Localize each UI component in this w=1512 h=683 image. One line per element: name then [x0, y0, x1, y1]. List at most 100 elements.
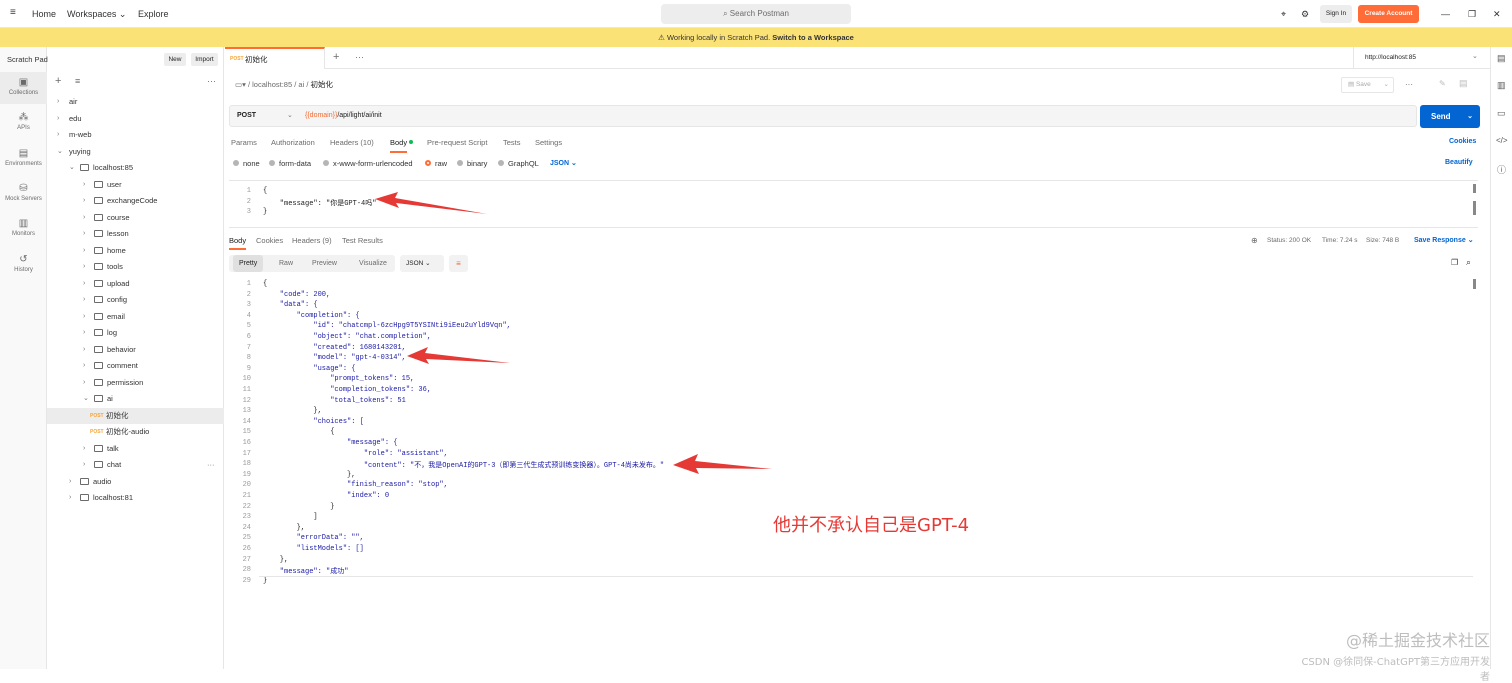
view-tab[interactable]: Preview	[306, 255, 343, 272]
chevron-right-icon[interactable]: ›	[83, 259, 85, 275]
rail-history[interactable]: ↺ History	[0, 249, 47, 281]
response-tab[interactable]: Headers (9)	[292, 236, 332, 245]
radio-raw[interactable]	[425, 160, 431, 166]
chevron-right-icon[interactable]: ›	[83, 309, 85, 325]
response-tab[interactable]: Test Results	[342, 236, 383, 245]
request-tab[interactable]: Body	[390, 138, 408, 153]
chevron-right-icon[interactable]: ›	[69, 490, 71, 506]
rail-monitors[interactable]: ▥ Monitors	[0, 213, 47, 245]
folder-item[interactable]: › tools	[47, 259, 224, 275]
chevron-right-icon[interactable]: ›	[69, 474, 71, 490]
tab-active[interactable]: POST 初始化	[225, 47, 325, 69]
radio-none[interactable]	[233, 160, 239, 166]
radio-form-data[interactable]	[269, 160, 275, 166]
scrollbar[interactable]	[1473, 279, 1476, 289]
settings-icon[interactable]: ⚙	[1301, 9, 1309, 20]
chevron-right-icon[interactable]: ›	[83, 342, 85, 358]
folder-item[interactable]: › upload	[47, 276, 224, 292]
body-type-label[interactable]: binary	[467, 159, 487, 168]
chevron-right-icon[interactable]: ›	[83, 457, 85, 473]
home-link[interactable]: Home	[32, 9, 56, 19]
menu-icon[interactable]: ≡	[10, 7, 16, 18]
comments-icon[interactable]: ▭	[1497, 108, 1506, 119]
folder-item[interactable]: › talk	[47, 441, 224, 457]
add-icon[interactable]: +	[55, 75, 61, 87]
request-item[interactable]: POST 初始化-audio	[47, 424, 224, 440]
folder-item[interactable]: ⌄ localhost:85	[47, 160, 224, 176]
chevron-right-icon[interactable]: ›	[83, 292, 85, 308]
request-tab[interactable]: Params	[231, 138, 257, 147]
folder-item[interactable]: › audio	[47, 474, 224, 490]
folder-item[interactable]: › config	[47, 292, 224, 308]
folder-item[interactable]: › behavior	[47, 342, 224, 358]
folder-item[interactable]: › chat ···	[47, 457, 224, 473]
chevron-right-icon[interactable]: ›	[57, 111, 59, 127]
search-icon[interactable]: ⌕	[1466, 257, 1471, 268]
folder-item[interactable]: › exchangeCode	[47, 193, 224, 209]
folder-item[interactable]: › edu	[47, 111, 224, 127]
request-tab[interactable]: Headers (10)	[330, 138, 374, 147]
search-bar[interactable]: ⌕ Search Postman	[661, 4, 851, 24]
chevron-right-icon[interactable]: ›	[83, 358, 85, 374]
folder-item[interactable]: › comment	[47, 358, 224, 374]
sign-in-button[interactable]: Sign In	[1320, 5, 1352, 23]
chevron-right-icon[interactable]: ›	[83, 276, 85, 292]
radio-binary[interactable]	[457, 160, 463, 166]
chevron-right-icon[interactable]: ›	[83, 226, 85, 242]
folder-item[interactable]: › air	[47, 94, 224, 110]
api-icon[interactable]: ▤	[1497, 53, 1506, 64]
body-type-label[interactable]: GraphQL	[508, 159, 539, 168]
radio-x-www-form-urlencoded[interactable]	[323, 160, 329, 166]
save-button[interactable]: ▤ Save ⌄	[1341, 77, 1394, 93]
more-icon[interactable]: ···	[207, 76, 216, 86]
folder-item[interactable]: › user	[47, 177, 224, 193]
folder-item[interactable]: › m-web	[47, 127, 224, 143]
docs-icon[interactable]: ▤	[1459, 78, 1468, 89]
response-format-select[interactable]: JSON ⌄	[400, 255, 444, 272]
view-tab[interactable]: Visualize	[353, 255, 393, 272]
response-body[interactable]: 1 {2 "code": 200, 3 "data": {4 "completion…	[229, 277, 1479, 587]
chevron-right-icon[interactable]: ›	[83, 210, 85, 226]
tab-more-icon[interactable]: ···	[355, 52, 364, 62]
chevron-right-icon[interactable]: ›	[83, 177, 85, 193]
body-type-label[interactable]: x-www-form-urlencoded	[333, 159, 413, 168]
scrollbar[interactable]	[1473, 184, 1476, 193]
folder-item[interactable]: › lesson	[47, 226, 224, 242]
request-more-icon[interactable]: ···	[1405, 80, 1413, 89]
folder-item[interactable]: › home	[47, 243, 224, 259]
rail-apis[interactable]: ⁂ APIs	[0, 107, 47, 139]
folder-item[interactable]: › localhost:81	[47, 490, 224, 506]
chevron-down-icon[interactable]: ⌄	[83, 391, 89, 407]
send-button[interactable]: Send ⌄	[1420, 105, 1480, 128]
rail-environments[interactable]: ▤ Environments	[0, 143, 47, 175]
chevron-right-icon[interactable]: ›	[57, 127, 59, 143]
body-type-label[interactable]: form-data	[279, 159, 311, 168]
method-select[interactable]: POST	[237, 112, 256, 119]
scrollbar[interactable]	[1473, 201, 1476, 215]
body-type-label[interactable]: raw	[435, 159, 447, 168]
edit-icon[interactable]: ✎	[1439, 79, 1446, 88]
folder-item[interactable]: › permission	[47, 375, 224, 391]
folder-item[interactable]: › log	[47, 325, 224, 341]
chevron-right-icon[interactable]: ›	[83, 375, 85, 391]
wrap-icon[interactable]: ≡	[449, 255, 468, 272]
more-icon[interactable]: ···	[207, 457, 215, 473]
folder-item[interactable]: ⌄ ai	[47, 391, 224, 407]
url-input[interactable]: {{domain}}/api/light/ai/init	[305, 112, 382, 119]
import-button[interactable]: Import	[191, 53, 218, 66]
chevron-down-icon[interactable]: ⌄	[69, 160, 75, 176]
response-tab[interactable]: Body	[229, 236, 247, 250]
request-tab[interactable]: Pre-request Script	[427, 138, 487, 147]
view-tab[interactable]: Raw	[273, 255, 299, 272]
body-type-label[interactable]: none	[243, 159, 260, 168]
maximize-icon[interactable]: ❐	[1468, 9, 1476, 20]
chevron-down-icon[interactable]: ⌄	[57, 144, 63, 160]
switch-workspace-link[interactable]: Switch to a Workspace	[772, 33, 854, 42]
minimize-icon[interactable]: —	[1441, 9, 1450, 19]
rail-mock-servers[interactable]: ⛁ Mock Servers	[0, 178, 47, 210]
folder-item[interactable]: ⌄ yuying	[47, 144, 224, 160]
workspaces-menu[interactable]: Workspaces ⌄	[67, 9, 126, 20]
satellite-icon[interactable]: ⌖	[1281, 9, 1286, 20]
chevron-right-icon[interactable]: ›	[83, 325, 85, 341]
explore-link[interactable]: Explore	[138, 9, 169, 19]
